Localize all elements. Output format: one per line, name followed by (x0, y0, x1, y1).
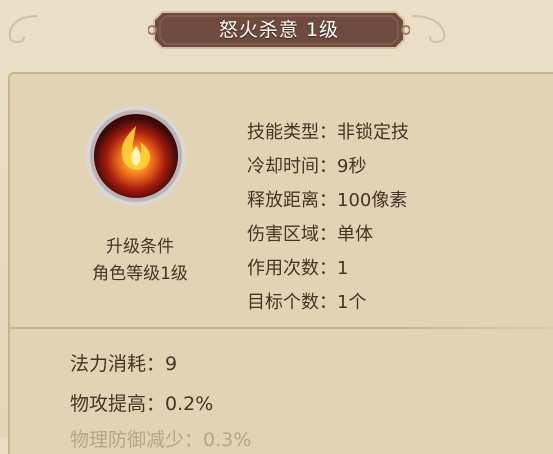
attr-hit-count: 作用次数：1 (247, 258, 349, 279)
skill-title: 怒火杀意 1级 (218, 19, 340, 41)
title-banner: 怒火杀意 1级 (148, 8, 410, 52)
effect-attack-boost: 物攻提高：0.2% (70, 393, 214, 415)
effect-defense-reduction: 物理防御减少：0.3% (70, 429, 252, 451)
section-divider (8, 327, 553, 329)
attr-cast-range: 释放距离：100像素 (247, 190, 408, 211)
attr-target-count: 目标个数：1个 (247, 292, 367, 313)
left-ornament (8, 15, 39, 44)
right-ornament (411, 15, 446, 44)
flame-skill-icon[interactable] (84, 104, 188, 208)
attr-cooldown: 冷却时间：9秒 (247, 156, 367, 177)
effect-mana-cost: 法力消耗：9 (70, 353, 178, 375)
upgrade-condition-value: 角色等级1级 (92, 264, 188, 284)
attr-skill-type: 技能类型：非锁定技 (247, 122, 409, 143)
attr-damage-area: 伤害区域：单体 (247, 224, 373, 245)
upgrade-condition-label: 升级条件 (106, 237, 174, 257)
skill-info-panel: 怒火杀意 1级 升级条件 角色等级1级 技能类型：非锁定技 冷却时间：9秒 释放… (0, 0, 553, 454)
